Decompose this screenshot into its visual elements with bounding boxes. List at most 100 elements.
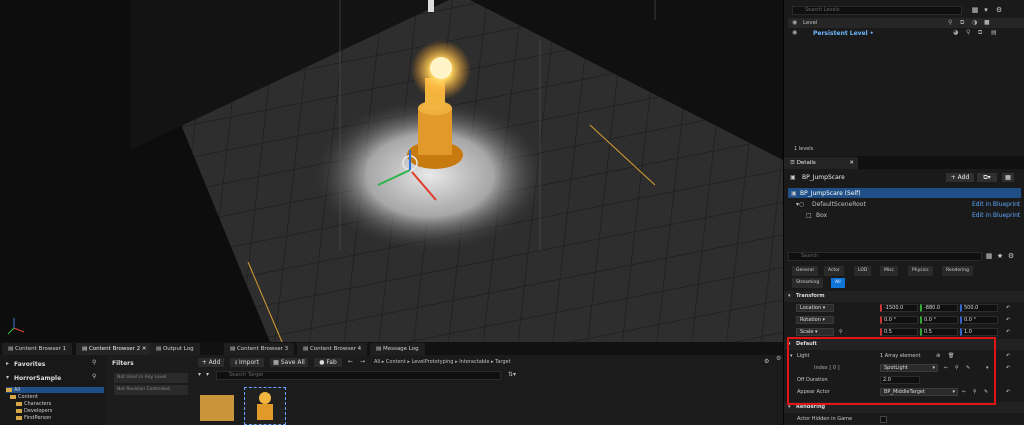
add-component-button[interactable]: + Add <box>946 173 974 182</box>
tab-details[interactable]: ☰ Details ✕ <box>784 157 858 169</box>
filter-all[interactable]: All <box>831 278 845 288</box>
tab-content-browser-3[interactable]: ▤ Content Browser 3 <box>224 343 295 355</box>
content-toolbar: + Add ⭳ Import ▦ Save All ● Fab ← → All … <box>194 357 783 368</box>
color-icon[interactable]: ■ <box>984 19 990 26</box>
tab-message-log[interactable]: ▤ Message Log <box>370 343 425 355</box>
location-row: Location ▾ -1500.0 -880.0 500.0 ↶ <box>784 303 1024 314</box>
breadcrumb-interactable[interactable]: Interactable <box>459 359 489 365</box>
reset-icon[interactable]: ↶ <box>1006 315 1010 326</box>
search-icon[interactable]: ⚲ <box>92 359 96 366</box>
eye-icon[interactable]: ◉ <box>792 29 797 36</box>
persistent-level-row[interactable]: ◉ Persistent Level • ◕ ⚲ ⧉ ▤ <box>788 29 1024 38</box>
edit-in-blueprint-link[interactable]: Edit in Blueprint <box>972 212 1020 219</box>
filter-misc[interactable]: Misc <box>880 266 898 276</box>
component-self-row[interactable]: ▣ BP_JumpScare (Self) <box>788 188 1021 198</box>
reset-icon[interactable]: ↶ <box>1006 387 1010 398</box>
grid-icon[interactable]: ▦ <box>985 252 993 260</box>
filter-rendering[interactable]: Rendering <box>942 266 973 276</box>
share-icon[interactable]: ⧉ <box>960 19 964 27</box>
transform-section-header[interactable]: ▾ Transform <box>784 291 1024 302</box>
fab-button[interactable]: ● Fab <box>314 358 342 367</box>
tree-item-developers[interactable]: Developers <box>16 408 52 414</box>
lightbulb-icon[interactable]: ◕ <box>953 29 958 36</box>
add-button[interactable]: + Add <box>198 358 224 367</box>
tree-item-firstperson[interactable]: FirstPerson <box>16 415 51 421</box>
breadcrumb-level-prototyping[interactable]: LevelPrototyping <box>412 359 454 365</box>
search-icon[interactable]: ⚲ <box>92 373 96 380</box>
tab-content-browser-2[interactable]: ▤ Content Browser 2 ✕ <box>76 343 153 355</box>
sort-icon[interactable]: ⇅▾ <box>508 371 516 378</box>
visibility-icon[interactable]: ◑ <box>972 19 977 26</box>
tab-output-log[interactable]: ▤ Output Log <box>150 343 200 355</box>
save-icon[interactable]: ▦ <box>971 6 979 14</box>
import-button[interactable]: ⭳ Import <box>230 358 264 367</box>
asset-target-blueprint[interactable] <box>244 387 286 425</box>
rotation-z-field[interactable]: 0.0 ° <box>960 316 998 324</box>
tree-item-all[interactable]: All <box>6 387 104 393</box>
reset-icon[interactable]: ↶ <box>1006 327 1010 338</box>
chevron-down-icon[interactable]: ▾ <box>206 371 209 378</box>
tab-content-browser-1[interactable]: ▤ Content Browser 1 <box>2 343 73 355</box>
scale-x-field[interactable]: 0.5 <box>880 328 918 336</box>
star-icon[interactable]: ★ <box>996 252 1004 260</box>
content-search-input[interactable]: Search Target <box>216 371 501 380</box>
rotation-mode-dropdown[interactable]: Rotation ▾ <box>796 316 834 324</box>
filter-general[interactable]: General <box>792 266 818 276</box>
lock-icon[interactable]: ⚲ <box>948 19 952 26</box>
folder-icon <box>16 401 22 406</box>
close-icon[interactable]: ✕ <box>142 346 147 352</box>
details-search-input[interactable]: Search <box>788 252 982 261</box>
rotation-y-field[interactable]: 0.0 ° <box>920 316 958 324</box>
edit-in-blueprint-link[interactable]: Edit in Blueprint <box>972 201 1020 208</box>
breadcrumb: All ▸ Content ▸ LevelPrototyping ▸ Inter… <box>374 357 574 368</box>
filter-actor[interactable]: Actor <box>824 266 844 276</box>
actor-hidden-checkbox[interactable] <box>880 416 887 423</box>
reset-icon[interactable]: ↶ <box>1006 351 1010 362</box>
close-icon[interactable]: ✕ <box>849 157 854 169</box>
document-icon[interactable]: ▤ <box>991 29 997 36</box>
filter-lod[interactable]: LOD <box>854 266 872 276</box>
gear-icon[interactable]: ⚙ <box>764 358 769 365</box>
gear-icon[interactable]: ⚙ <box>1007 252 1015 260</box>
breadcrumb-target[interactable]: Target <box>495 359 510 365</box>
component-box-row[interactable]: □ Box Edit in Blueprint <box>788 210 1021 220</box>
details-tab-bar: ☰ Details ✕ <box>784 156 1024 169</box>
eye-icon[interactable]: ◉ <box>792 19 797 26</box>
save-all-button[interactable]: ▦ Save All <box>270 358 308 367</box>
forward-icon[interactable]: → <box>360 358 365 365</box>
location-mode-dropdown[interactable]: Location ▾ <box>796 304 834 312</box>
filter-icon[interactable]: ▾ <box>982 6 990 14</box>
filter-physics[interactable]: Physics <box>908 266 933 276</box>
gear-icon[interactable]: ⚙ <box>995 6 1003 14</box>
asset-folder[interactable] <box>198 391 236 423</box>
level-viewport[interactable] <box>0 0 783 342</box>
component-scene-root-row[interactable]: ▾○ DefaultSceneRoot Edit in Blueprint <box>788 199 1021 209</box>
filter-streaming[interactable]: Streaming <box>792 278 824 288</box>
grid-icon[interactable]: ▦ <box>1002 173 1014 182</box>
lock-icon[interactable]: ⚲ <box>966 29 970 36</box>
favorites-header[interactable]: ▸ Favorites ⚲ <box>4 359 104 368</box>
location-y-field[interactable]: -880.0 <box>920 304 958 312</box>
scale-mode-dropdown[interactable]: Scale ▾ <box>796 328 834 336</box>
settings-icon[interactable]: ⚙ <box>776 355 781 362</box>
blueprint-options-button[interactable]: ⧉▾ <box>977 173 997 182</box>
filter-not-revision-controlled[interactable]: Not Revision Controlled <box>114 385 188 395</box>
filter-not-used[interactable]: Not Used In Any Level <box>114 373 188 383</box>
scale-z-field[interactable]: 1.0 <box>960 328 998 336</box>
location-x-field[interactable]: -1500.0 <box>880 304 918 312</box>
location-z-field[interactable]: 500.0 <box>960 304 998 312</box>
tree-item-content[interactable]: Content <box>10 394 38 400</box>
breadcrumb-all[interactable]: All <box>374 359 380 365</box>
reset-icon[interactable]: ↶ <box>1006 363 1010 374</box>
project-header[interactable]: ▾ HorrorSample ⚲ <box>4 373 104 382</box>
breadcrumb-content[interactable]: Content <box>386 359 406 365</box>
tree-item-characters[interactable]: Characters <box>16 401 51 407</box>
reset-icon[interactable]: ↶ <box>1006 303 1010 314</box>
levels-search-input[interactable]: Search Levels <box>792 6 962 15</box>
rotation-x-field[interactable]: 0.0 ° <box>880 316 918 324</box>
filter-icon[interactable]: ▾ <box>198 371 201 378</box>
tab-content-browser-4[interactable]: ▤ Content Browser 4 <box>297 343 368 355</box>
scale-y-field[interactable]: 0.5 <box>920 328 958 336</box>
back-icon[interactable]: ← <box>348 358 353 365</box>
share-icon[interactable]: ⧉ <box>978 29 982 37</box>
